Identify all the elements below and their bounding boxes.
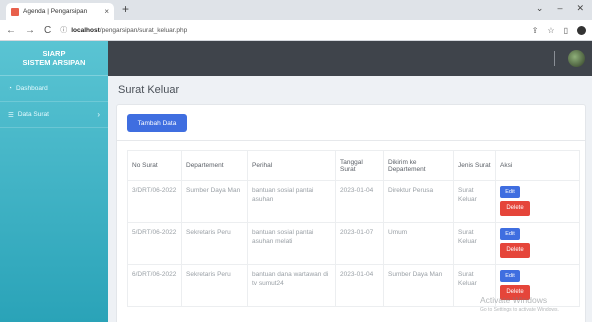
- column-header: Dikirim ke Departement: [383, 150, 454, 181]
- edit-button[interactable]: Edit: [500, 228, 520, 240]
- activate-windows-watermark: Activate Windows Go to Settings to activ…: [480, 295, 559, 315]
- list-icon: ☰: [8, 111, 14, 119]
- sidebar-panel-icon[interactable]: ▯: [564, 26, 568, 35]
- share-icon[interactable]: ⇪: [532, 26, 539, 35]
- cell-tanggal: 2023-01-04: [335, 264, 384, 307]
- cell-departement: Sumber Daya Man: [181, 180, 248, 223]
- cell-departement: Sekretaris Peru: [181, 222, 248, 265]
- card-divider: [117, 140, 585, 141]
- address-bar: ← → C ⓘ localhost /pengarsipan/surat_kel…: [0, 20, 592, 41]
- bookmark-star-icon[interactable]: ☆: [547, 26, 554, 35]
- cell-no-surat: 6/DRT/06-2022: [127, 264, 182, 307]
- cell-departement: Sekretaris Peru: [181, 264, 248, 307]
- restore-icon[interactable]: ⌄: [536, 3, 544, 14]
- brand[interactable]: SIARP SISTEM ARSIPAN: [0, 41, 108, 76]
- chevron-right-icon: ›: [97, 110, 100, 119]
- cell-dikirim-ke: Sumber Daya Man: [383, 264, 454, 307]
- new-tab-button[interactable]: +: [122, 2, 129, 16]
- cell-no-surat: 5/DRT/06-2022: [127, 222, 182, 265]
- page-title: Surat Keluar: [118, 84, 180, 96]
- reload-icon[interactable]: C: [44, 25, 51, 36]
- tab-close-icon[interactable]: ×: [104, 7, 109, 16]
- address-bar-actions: ⇪ ☆ ▯: [532, 25, 586, 35]
- column-header: Jenis Surat: [453, 150, 496, 181]
- cell-perihal: bantuan dana wartawan di tv sumut24: [247, 264, 336, 307]
- brand-name: SIARP: [42, 49, 66, 58]
- cell-aksi: Edit Delete: [495, 222, 580, 265]
- column-header: Departement: [181, 150, 248, 181]
- forward-icon[interactable]: →: [25, 25, 35, 36]
- cell-dikirim-ke: Umum: [383, 222, 454, 265]
- delete-button[interactable]: Delete: [500, 243, 530, 258]
- minimize-icon[interactable]: –: [557, 3, 562, 14]
- back-icon[interactable]: ←: [6, 25, 16, 36]
- content-card: Tambah Data No Surat Departement Perihal…: [116, 104, 586, 322]
- watermark-subtitle: Go to Settings to activate Windows.: [480, 307, 559, 313]
- profile-icon[interactable]: [577, 25, 586, 35]
- cell-aksi: Edit Delete: [495, 180, 580, 223]
- sidebar-item-data-surat[interactable]: ☰ Data Surat ›: [0, 102, 108, 128]
- sidebar-item-label: Data Surat: [17, 111, 49, 118]
- cell-perihal: bantuan sosial pantai asuhan: [247, 180, 336, 223]
- surat-keluar-table: No Surat Departement Perihal Tanggal Sur…: [127, 150, 580, 307]
- edit-button[interactable]: Edit: [500, 186, 520, 198]
- close-window-icon[interactable]: ✕: [576, 3, 584, 14]
- column-header: Tanggal Surat: [335, 150, 384, 181]
- window-controls: ⌄ – ✕: [536, 3, 584, 14]
- delete-button[interactable]: Delete: [500, 201, 530, 216]
- topbar: [108, 41, 592, 76]
- table-header-row: No Surat Departement Perihal Tanggal Sur…: [127, 150, 580, 181]
- cell-tanggal: 2023-01-07: [335, 222, 384, 265]
- cell-jenis-surat: Surat Keluar: [453, 222, 496, 265]
- table-row: 3/DRT/06-2022 Sumber Daya Man bantuan so…: [127, 180, 580, 223]
- add-data-button[interactable]: Tambah Data: [127, 114, 187, 132]
- sidebar-item-label: Dashboard: [15, 85, 48, 92]
- url-path: /pengarsipan/surat_keluar.php: [99, 26, 188, 34]
- main-content: Surat Keluar Tambah Data No Surat Depart…: [108, 76, 592, 322]
- gauge-icon: ◔: [8, 85, 12, 92]
- edit-button[interactable]: Edit: [500, 270, 520, 282]
- cell-dikirim-ke: Direktur Perusa: [383, 180, 454, 223]
- browser-tab[interactable]: Agenda | Pengarsipan ×: [6, 3, 114, 20]
- tab-title: Agenda | Pengarsipan: [23, 8, 88, 15]
- topbar-divider: [554, 51, 555, 66]
- table-row: 5/DRT/06-2022 Sekretaris Peru bantuan so…: [127, 222, 580, 265]
- sidebar: SIARP SISTEM ARSIPAN ◔ Dashboard ☰ Data …: [0, 41, 108, 322]
- browser-tab-bar: Agenda | Pengarsipan × + ⌄ – ✕: [0, 0, 592, 20]
- sidebar-item-dashboard[interactable]: ◔ Dashboard: [0, 76, 108, 102]
- column-header: Perihal: [247, 150, 336, 181]
- favicon-icon: [11, 7, 19, 16]
- column-header: Aksi: [495, 150, 580, 181]
- watermark-title: Activate Windows: [480, 295, 548, 305]
- info-icon[interactable]: ⓘ: [60, 25, 67, 35]
- url-host: localhost: [71, 26, 100, 34]
- cell-tanggal: 2023-01-04: [335, 180, 384, 223]
- url-field[interactable]: ⓘ localhost /pengarsipan/surat_keluar.ph…: [60, 25, 187, 35]
- cell-jenis-surat: Surat Keluar: [453, 180, 496, 223]
- column-header: No Surat: [127, 150, 182, 181]
- cell-no-surat: 3/DRT/06-2022: [127, 180, 182, 223]
- cell-perihal: bantuan sosial pantai asuhan melati: [247, 222, 336, 265]
- avatar[interactable]: [568, 50, 585, 67]
- brand-subtitle: SISTEM ARSIPAN: [22, 58, 86, 67]
